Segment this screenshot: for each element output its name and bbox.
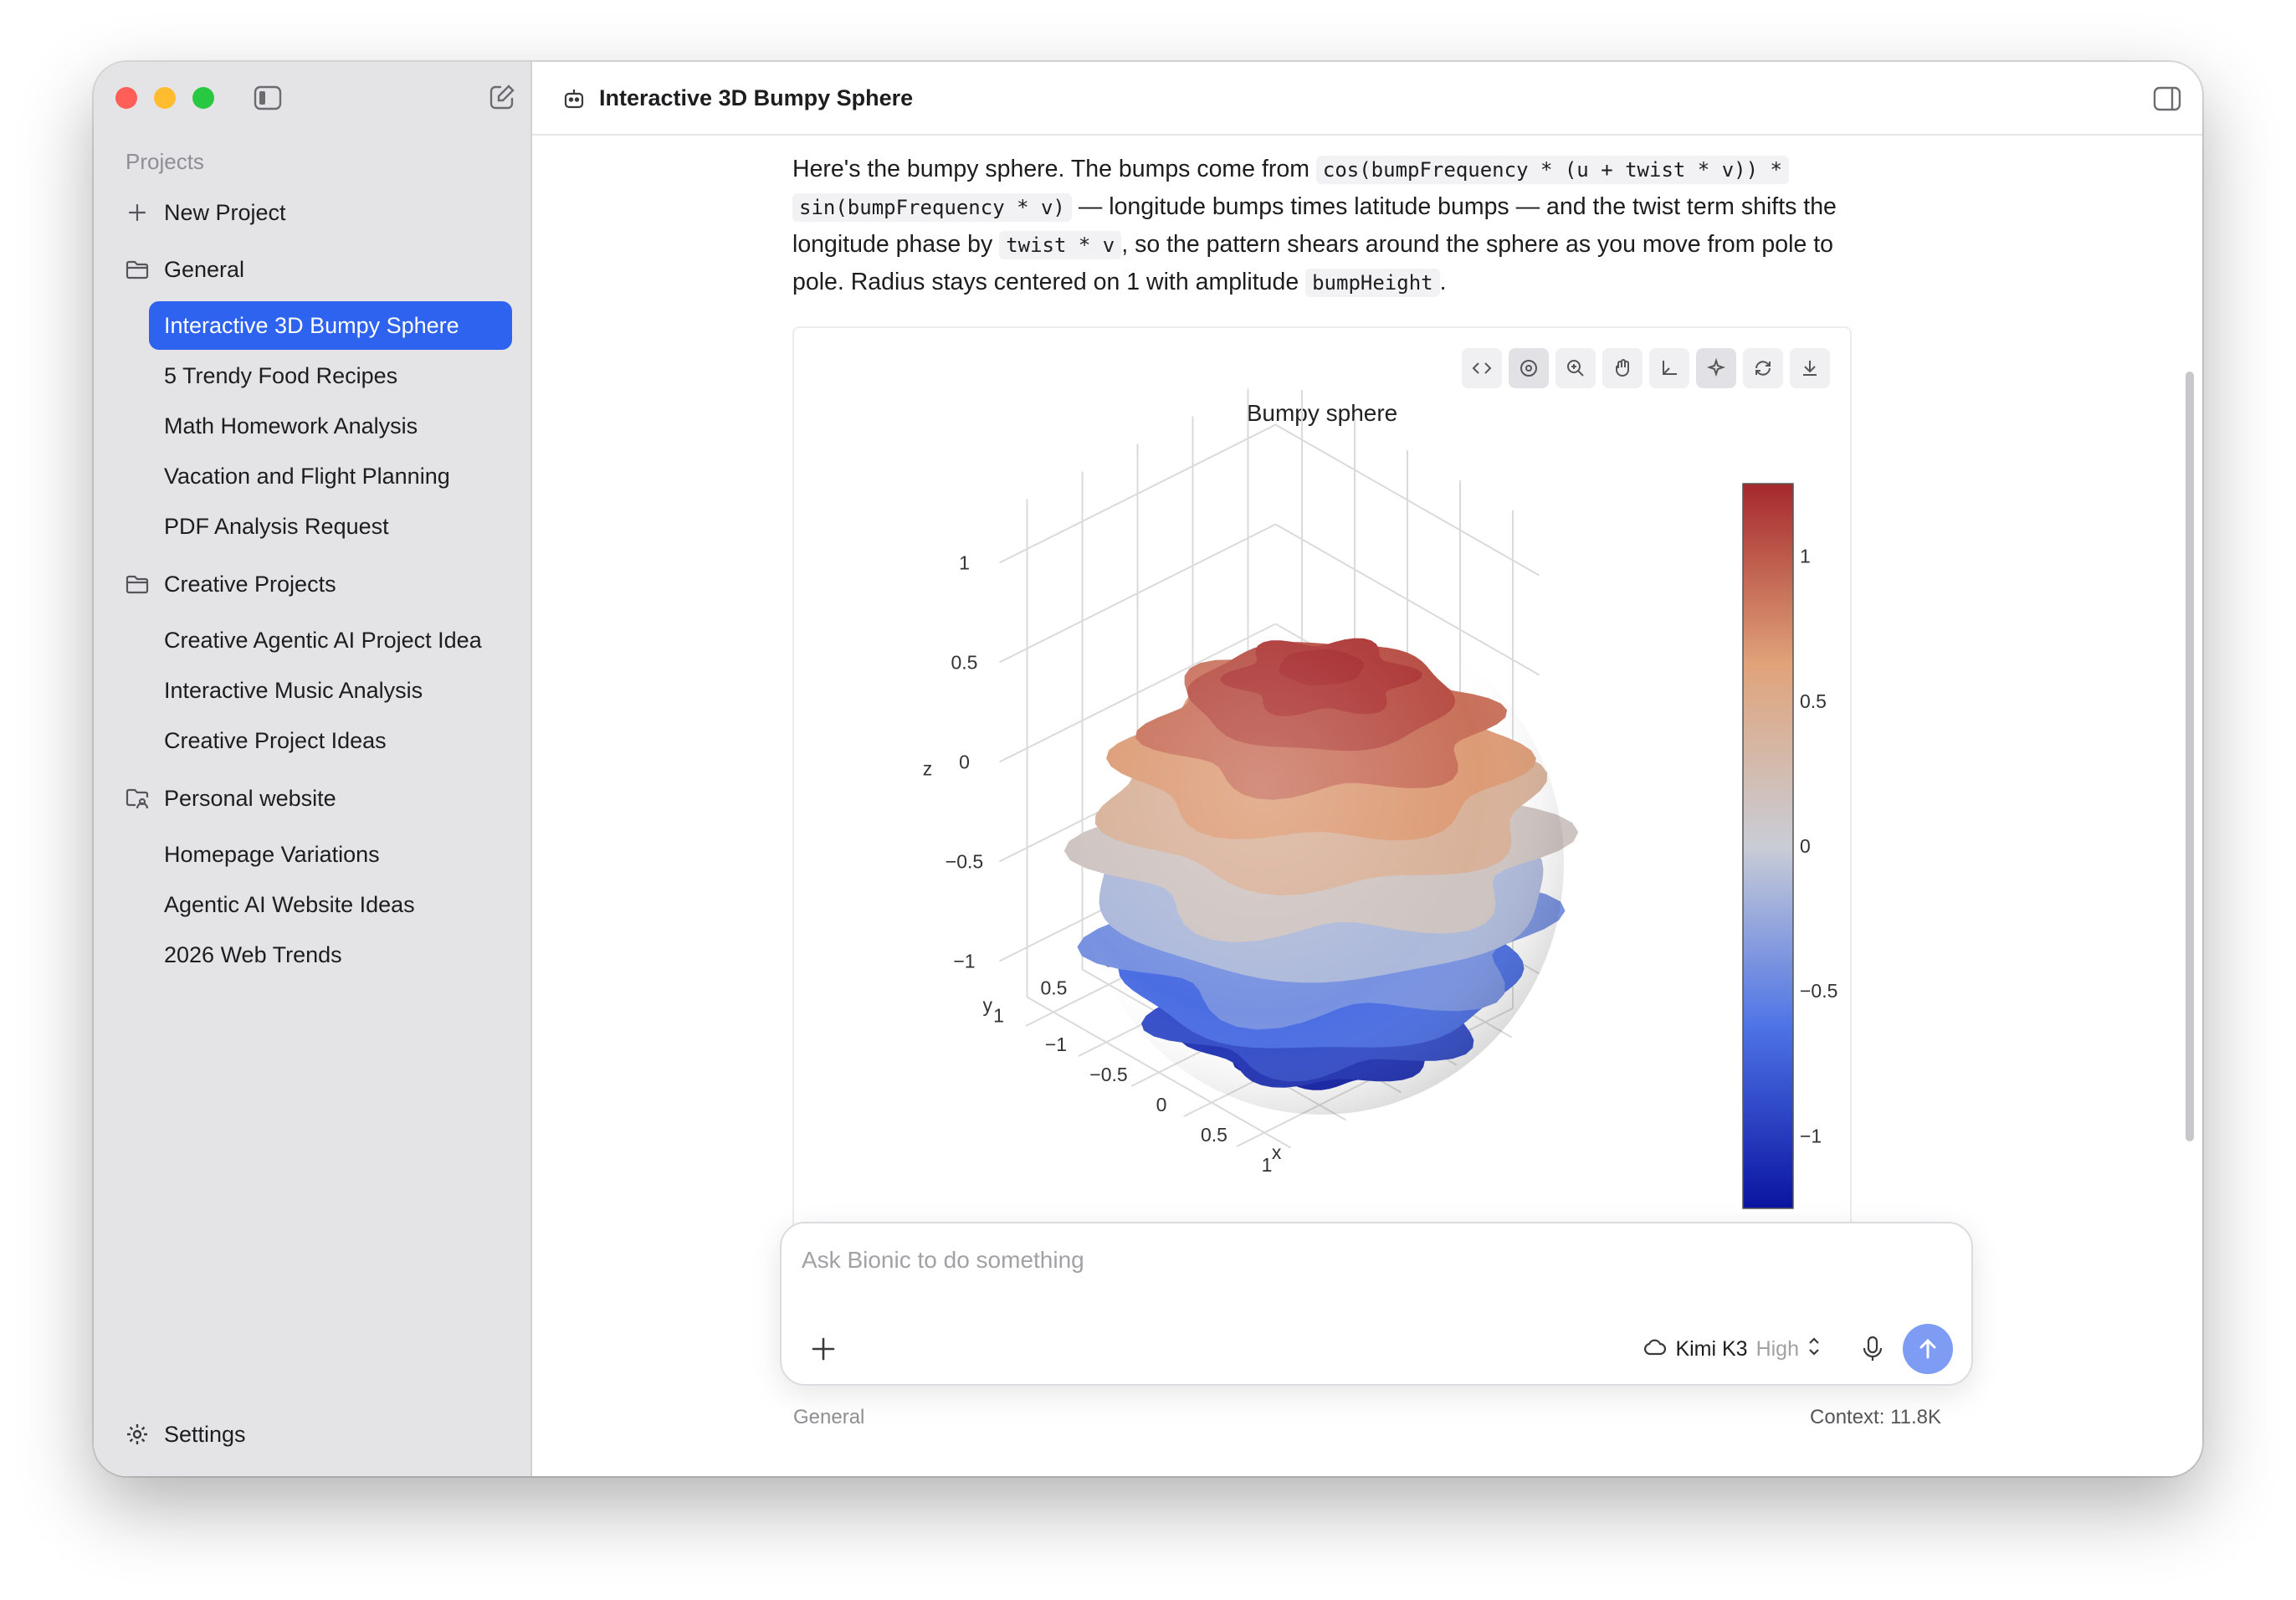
message-text: . — [1439, 269, 1447, 295]
bot-icon — [561, 85, 587, 112]
chat-item[interactable]: 5 Trendy Food Recipes — [149, 351, 512, 400]
x-tick-label: 0.5 — [1201, 1124, 1227, 1146]
zoom-window-button[interactable] — [192, 87, 214, 109]
z-tick-label: −1 — [953, 951, 975, 972]
gear-icon — [126, 1423, 149, 1446]
colorbar — [1742, 483, 1794, 1209]
app-window: Projects New Project General Interactive… — [94, 62, 2202, 1476]
close-window-button[interactable] — [115, 87, 137, 109]
new-chat-icon[interactable] — [487, 82, 517, 112]
folder-icon — [126, 572, 149, 596]
attach-plus-icon[interactable] — [805, 1331, 842, 1367]
plus-icon — [126, 201, 149, 224]
chat-item[interactable]: Vacation and Flight Planning — [149, 452, 512, 500]
model-selector[interactable]: Kimi K3 High — [1643, 1336, 1821, 1363]
chat-item[interactable]: Interactive 3D Bumpy Sphere — [149, 301, 512, 350]
project-personal-website[interactable]: Personal website — [126, 780, 336, 817]
sidebar: Projects New Project General Interactive… — [94, 62, 532, 1476]
minimize-window-button[interactable] — [154, 87, 176, 109]
chat-item[interactable]: Math Homework Analysis — [149, 402, 512, 450]
chat-item[interactable]: PDF Analysis Request — [149, 502, 512, 551]
sphere-shading — [1079, 613, 1564, 1115]
x-tick-label: −1 — [1045, 1033, 1067, 1055]
scrollbar[interactable] — [2186, 372, 2194, 1141]
z-tick-label: 1 — [959, 552, 970, 574]
footer-project: General — [793, 1406, 865, 1428]
chat-title: Interactive 3D Bumpy Sphere — [599, 85, 914, 110]
y-tick-label: 0.5 — [1041, 977, 1068, 999]
colorbar-tick-label: −0.5 — [1800, 980, 1837, 1002]
sidebar-toggle-icon[interactable] — [253, 84, 283, 112]
z-tick-label: 0.5 — [951, 652, 978, 674]
x-tick-label: 1 — [1262, 1154, 1273, 1176]
colorbar-tick-label: 0.5 — [1800, 690, 1827, 712]
inline-code: sin(bumpFrequency * v) — [792, 193, 1072, 222]
context-usage: Context: 11.8K — [1810, 1406, 1941, 1428]
settings-button[interactable]: Settings — [126, 1416, 246, 1453]
microphone-icon[interactable] — [1856, 1332, 1889, 1366]
x-tick-label: −0.5 — [1089, 1064, 1127, 1085]
chat-item[interactable]: Creative Project Ideas — [149, 716, 512, 765]
composer[interactable]: Ask Bionic to do something Kimi K3 High — [780, 1222, 1973, 1386]
project-name: General — [164, 256, 245, 282]
z-tick-label: −0.5 — [946, 851, 983, 873]
folder-icon — [126, 258, 149, 281]
prompt-input[interactable]: Ask Bionic to do something — [802, 1247, 1084, 1274]
project-name: Creative Projects — [164, 571, 336, 597]
assistant-message: Here's the bumpy sphere. The bumps come … — [792, 151, 1847, 301]
x-axis-label: x — [1272, 1141, 1282, 1163]
shared-folder-icon — [126, 787, 149, 810]
chat-item[interactable]: Agentic AI Website Ideas — [149, 880, 512, 929]
bumpy-sphere-surface — [1063, 613, 1579, 1115]
chevron-updown-icon — [1807, 1336, 1821, 1363]
title-bar: Interactive 3D Bumpy Sphere — [532, 62, 2202, 136]
send-button[interactable] — [1903, 1324, 1953, 1374]
colorbar-tick-label: 1 — [1800, 546, 1811, 567]
model-name: Kimi K3 — [1675, 1337, 1748, 1361]
settings-label: Settings — [164, 1421, 246, 1447]
x-tick-label: 0 — [1156, 1094, 1167, 1115]
plot-container[interactable]: Bumpy sphere −1 −0.5 0 0.5 1 −1 −0.5 0 0… — [792, 326, 1852, 1247]
model-effort: High — [1755, 1337, 1799, 1361]
inline-code: bumpHeight — [1305, 269, 1440, 297]
projects-label: Projects — [126, 149, 204, 174]
chat-item[interactable]: Interactive Music Analysis — [149, 666, 512, 715]
z-tick-label: 0 — [959, 751, 970, 773]
y-tick-label: 1 — [993, 1005, 1004, 1027]
cloud-icon — [1643, 1337, 1667, 1362]
colorbar-tick-label: −1 — [1800, 1125, 1822, 1146]
inline-code: cos(bumpFrequency * (u + twist * v)) * — [1315, 156, 1789, 184]
bumpy-sphere-plot[interactable]: −1 −0.5 0 0.5 1 −1 −0.5 0 0.5 1 −1 −0.5 0 0.5 1 z x y 1 0.… — [794, 328, 1852, 1247]
inline-code: twist * v — [999, 231, 1122, 259]
chat-item[interactable]: Creative Agentic AI Project Idea — [149, 616, 512, 664]
z-axis-label: z — [923, 758, 933, 780]
project-general[interactable]: General — [126, 251, 244, 288]
project-name: Personal website — [164, 785, 336, 811]
new-project-button[interactable]: New Project — [126, 194, 286, 231]
chat-item[interactable]: 2026 Web Trends — [149, 931, 512, 979]
colorbar-tick-label: 0 — [1800, 835, 1811, 857]
chat-item[interactable]: Homepage Variations — [149, 830, 512, 879]
new-project-label: New Project — [164, 199, 286, 225]
message-text: Here's the bumpy sphere. The bumps come … — [792, 156, 1309, 182]
right-panel-toggle-icon[interactable] — [2150, 84, 2184, 114]
project-creative[interactable]: Creative Projects — [126, 566, 336, 603]
main-panel: Interactive 3D Bumpy Sphere Here's the b… — [532, 62, 2202, 1476]
y-axis-label: y — [983, 994, 993, 1016]
